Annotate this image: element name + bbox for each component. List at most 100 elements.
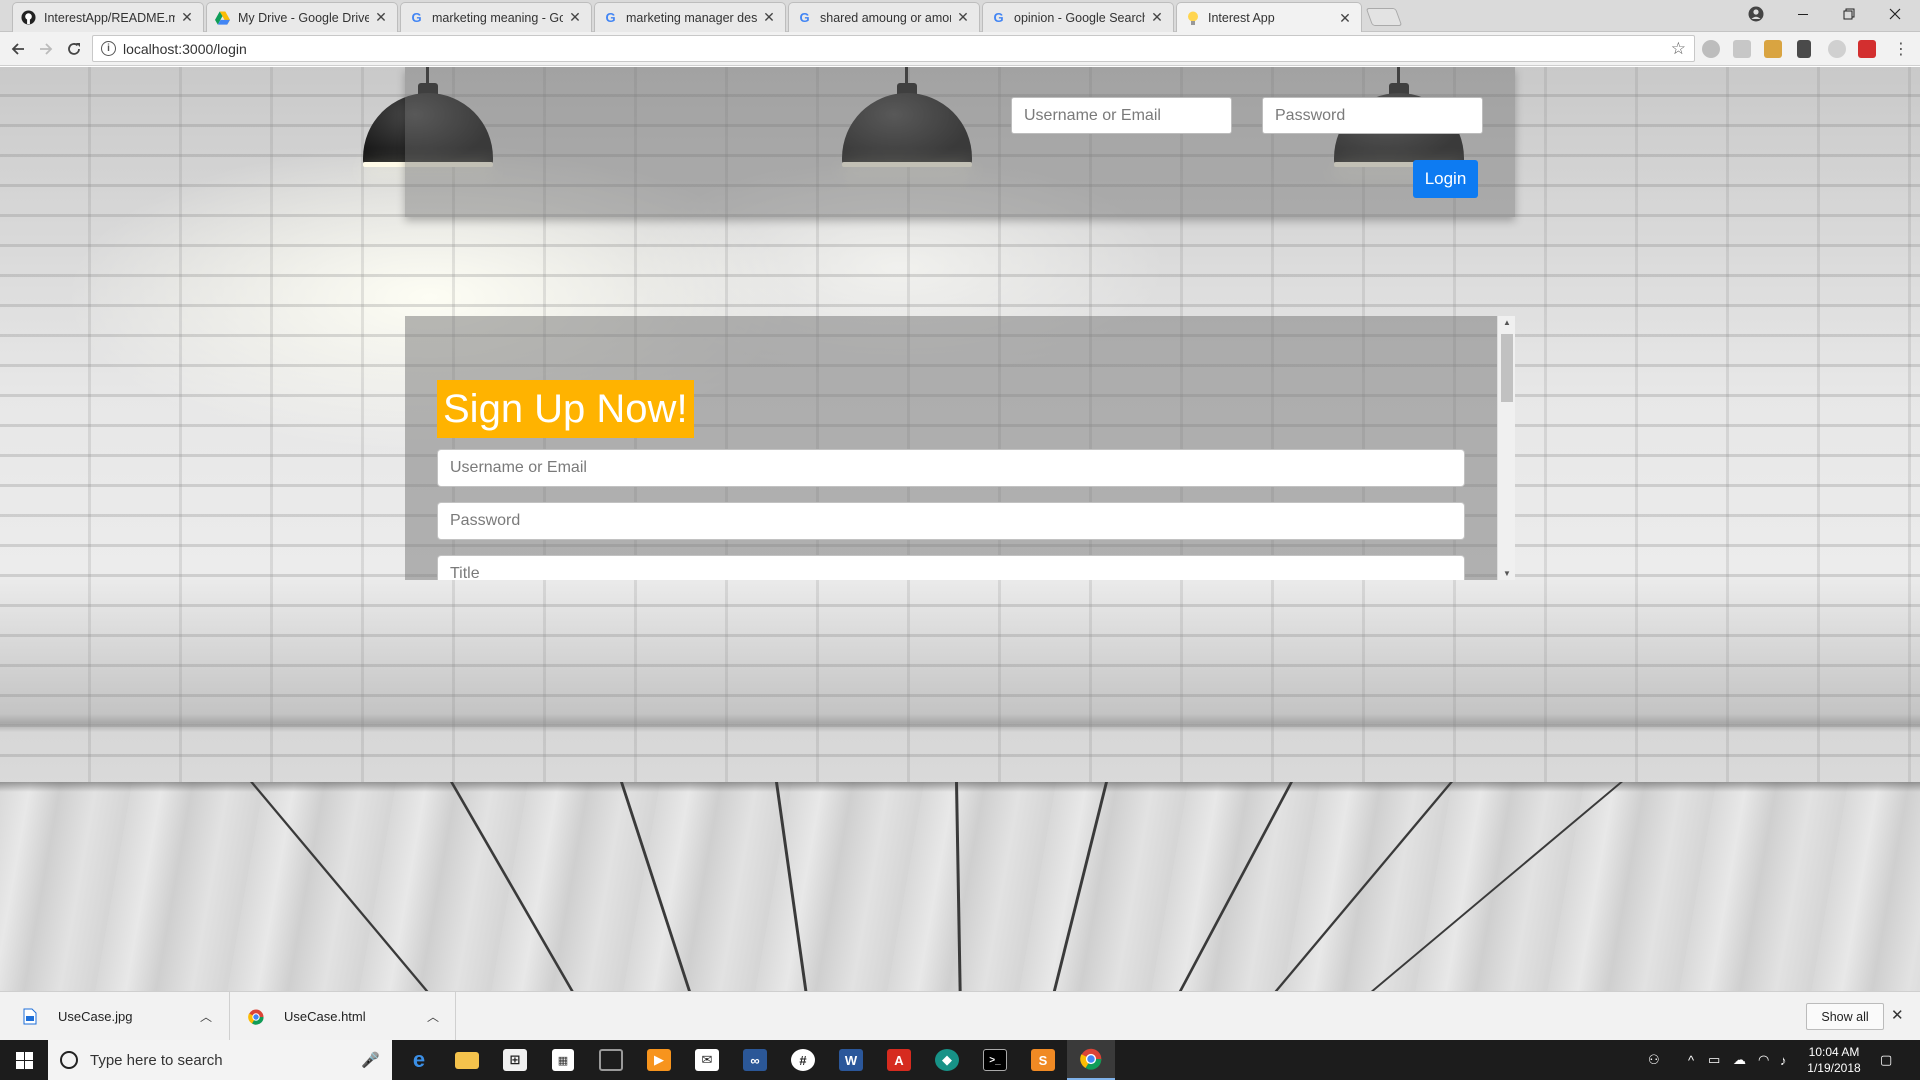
file-explorer-icon[interactable]: [443, 1040, 491, 1080]
tab-title: My Drive - Google Drive: [238, 10, 369, 25]
bookmark-star-icon[interactable]: ☆: [1671, 39, 1686, 59]
url-text: localhost:3000/login: [123, 40, 247, 57]
new-tab-button[interactable]: [1365, 8, 1403, 26]
signup-title: Sign Up Now!: [437, 380, 694, 438]
google-drive-icon: [215, 10, 230, 25]
download-item[interactable]: UseCase.jpg ︿: [0, 992, 230, 1041]
forward-icon[interactable]: [34, 37, 58, 61]
chevron-up-icon[interactable]: ︿: [427, 1008, 439, 1025]
scrollbar-thumb[interactable]: [1501, 334, 1513, 402]
signup-password-input[interactable]: [437, 502, 1465, 540]
extension-icon[interactable]: [1733, 40, 1751, 58]
tab-title: InterestApp/README.md: [44, 10, 175, 25]
chevron-up-icon[interactable]: ^: [1688, 1040, 1694, 1080]
address-bar[interactable]: i localhost:3000/login ☆: [92, 35, 1695, 62]
onedrive-icon[interactable]: ☁: [1733, 1040, 1746, 1080]
browser-tab-strip: InterestApp/README.md ✕ My Drive - Googl…: [0, 0, 1920, 33]
volume-icon[interactable]: ♪: [1780, 1040, 1787, 1080]
header-password-input[interactable]: [1262, 97, 1483, 134]
terminal-icon[interactable]: >_: [971, 1040, 1019, 1080]
taskbar-search[interactable]: Type here to search 🎤: [48, 1040, 392, 1080]
close-shelf-icon[interactable]: ✕: [1891, 1006, 1904, 1024]
tab-opinion-search[interactable]: G opinion - Google Search ✕: [982, 2, 1174, 32]
header-username-input[interactable]: [1011, 97, 1232, 134]
app-icon[interactable]: [587, 1040, 635, 1080]
tab-interestapp-readme[interactable]: InterestApp/README.md ✕: [12, 2, 204, 32]
extension-icon[interactable]: [1764, 40, 1782, 58]
tab-title: marketing manager desc: [626, 10, 757, 25]
google-icon: G: [605, 10, 616, 25]
download-item[interactable]: UseCase.html ︿: [230, 992, 456, 1041]
windows-taskbar: Type here to search 🎤 e ⊞ ▦ ▶ ✉ ∞ # W A …: [0, 1040, 1920, 1080]
extension-icon[interactable]: [1858, 40, 1876, 58]
slack-icon[interactable]: #: [779, 1040, 827, 1080]
info-icon[interactable]: i: [101, 41, 116, 56]
wifi-icon[interactable]: ◠: [1758, 1040, 1769, 1080]
visual-studio-icon[interactable]: ∞: [731, 1040, 779, 1080]
download-shelf: UseCase.jpg ︿ UseCase.html ︿ Show all ✕: [0, 991, 1920, 1041]
battery-icon[interactable]: ▭: [1708, 1040, 1720, 1080]
tab-close-icon[interactable]: ✕: [761, 9, 777, 26]
show-all-downloads-button[interactable]: Show all: [1806, 1003, 1884, 1030]
login-header-panel: [405, 67, 1515, 217]
signup-username-input[interactable]: [437, 449, 1465, 487]
tab-marketing-meaning[interactable]: G marketing meaning - Go ✕: [400, 2, 592, 32]
tab-close-icon[interactable]: ✕: [955, 9, 971, 26]
extension-icon[interactable]: [1828, 40, 1846, 58]
menu-icon[interactable]: ⋮: [1889, 37, 1913, 61]
github-icon: [21, 10, 36, 25]
tab-close-icon[interactable]: ✕: [1149, 9, 1165, 26]
minimize-icon[interactable]: [1782, 0, 1824, 28]
mail-icon[interactable]: ✉: [683, 1040, 731, 1080]
clock-time: 10:04 AM: [1808, 1045, 1860, 1059]
windows-start-icon[interactable]: [0, 1040, 48, 1080]
media-player-icon[interactable]: ▶: [635, 1040, 683, 1080]
chevron-up-icon[interactable]: ︿: [200, 1008, 212, 1025]
notifications-icon[interactable]: ▢: [1880, 1040, 1892, 1080]
scroll-up-icon[interactable]: ▲: [1498, 318, 1516, 327]
tab-marketing-manager[interactable]: G marketing manager desc ✕: [594, 2, 786, 32]
people-icon[interactable]: ⚇: [1648, 1040, 1660, 1080]
word-icon[interactable]: W: [827, 1040, 875, 1080]
login-button[interactable]: Login: [1413, 160, 1478, 198]
google-icon: G: [993, 10, 1004, 25]
download-filename: UseCase.html: [284, 1009, 366, 1024]
back-icon[interactable]: [6, 37, 30, 61]
acrobat-icon[interactable]: A: [875, 1040, 923, 1080]
image-file-icon: [22, 1008, 38, 1026]
tab-close-icon[interactable]: ✕: [373, 9, 389, 26]
extension-icon[interactable]: [1702, 40, 1720, 58]
browser-toolbar: i localhost:3000/login ☆ ⋮: [0, 32, 1920, 66]
tab-google-drive[interactable]: My Drive - Google Drive ✕: [206, 2, 398, 32]
restore-icon[interactable]: [1828, 0, 1870, 28]
download-filename: UseCase.jpg: [58, 1009, 133, 1024]
google-icon: G: [799, 10, 810, 25]
task-view-icon[interactable]: ▦: [539, 1040, 587, 1080]
scroll-down-icon[interactable]: ▼: [1498, 569, 1516, 578]
tab-interest-app[interactable]: Interest App ✕: [1176, 2, 1362, 33]
signup-panel: Sign Up Now!: [405, 316, 1515, 580]
tab-close-icon[interactable]: ✕: [179, 9, 195, 26]
reload-icon[interactable]: [62, 37, 86, 61]
signup-title-input[interactable]: [437, 555, 1465, 580]
tab-title: Interest App: [1208, 11, 1275, 25]
sublime-text-icon[interactable]: S: [1019, 1040, 1067, 1080]
chrome-icon: [248, 1008, 264, 1026]
signup-scrollbar[interactable]: ▲ ▼: [1497, 316, 1515, 580]
tab-close-icon[interactable]: ✕: [567, 9, 583, 26]
close-window-icon[interactable]: [1874, 0, 1916, 28]
tab-title: shared amoung or amon: [820, 10, 951, 25]
tab-shared-amoung[interactable]: G shared amoung or amon ✕: [788, 2, 980, 32]
gitkraken-icon[interactable]: ◆: [923, 1040, 971, 1080]
system-clock[interactable]: 10:04 AM 1/19/2018: [1798, 1044, 1870, 1076]
profile-icon[interactable]: [1735, 0, 1777, 28]
extension-icon[interactable]: [1797, 40, 1811, 58]
tab-close-icon[interactable]: ✕: [1337, 10, 1353, 27]
clock-date: 1/19/2018: [1807, 1061, 1861, 1075]
edge-icon[interactable]: e: [395, 1040, 443, 1080]
tab-title: marketing meaning - Go: [432, 10, 563, 25]
page-viewport: Login Sign Up Now! ▲ ▼: [0, 67, 1920, 991]
store-icon[interactable]: ⊞: [491, 1040, 539, 1080]
microphone-icon[interactable]: 🎤: [361, 1051, 380, 1069]
chrome-icon[interactable]: [1067, 1040, 1115, 1080]
